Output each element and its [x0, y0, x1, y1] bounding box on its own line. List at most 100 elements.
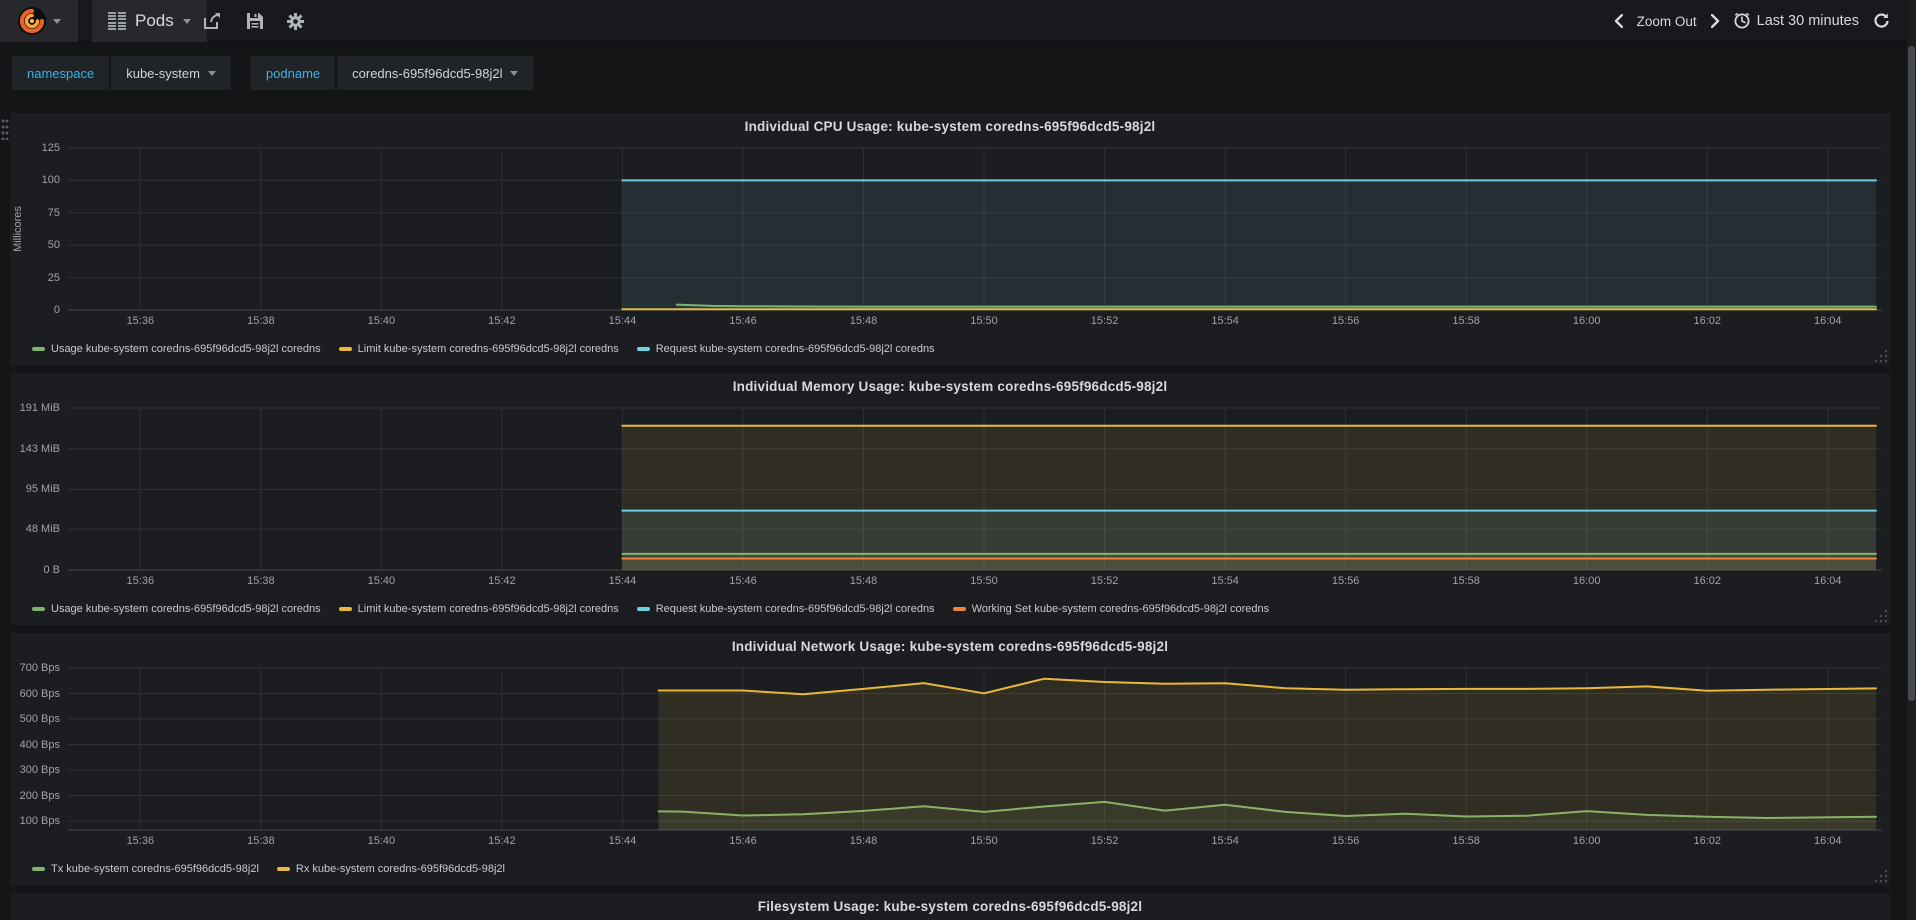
variable-namespace-label: namespace: [12, 56, 110, 90]
legend-item[interactable]: Limit kube-system coredns-695f96dcd5-98j…: [338, 603, 619, 615]
y-axis-tick-label: 100 Bps: [19, 815, 60, 828]
y-axis-tick-label: 100: [41, 174, 60, 187]
x-axis-tick-label: 15:54: [1211, 575, 1239, 587]
panel-memory: Individual Memory Usage: kube-system cor…: [10, 373, 1890, 625]
save-dashboard-button[interactable]: [238, 0, 272, 42]
x-axis-tick-label: 15:42: [488, 315, 516, 327]
legend-label: Limit kube-system coredns-695f96dcd5-98j…: [357, 603, 619, 615]
grafana-dashboard: Pods Zoom Out Last 30 minutes namespace …: [0, 0, 1916, 920]
chart-plot-memory[interactable]: [10, 405, 1890, 573]
chevron-right-icon[interactable]: [1710, 14, 1720, 28]
y-axis-tick-label: 191 MiB: [19, 402, 60, 414]
x-axis-tick-label: 15:44: [608, 575, 637, 587]
legend-item[interactable]: Usage kube-system coredns-695f96dcd5-98j…: [32, 603, 321, 615]
share-icon: [204, 13, 220, 29]
legend-item[interactable]: Tx kube-system coredns-695f96dcd5-98j2l: [32, 863, 259, 875]
x-axis-tick-label: 16:00: [1572, 835, 1601, 847]
dashboard-settings-button[interactable]: [278, 0, 312, 42]
x-axis-tick-label: 15:36: [126, 315, 155, 327]
series-fill: [622, 558, 1876, 570]
panel-title-memory[interactable]: Individual Memory Usage: kube-system cor…: [10, 379, 1890, 394]
grafana-menu-caret-icon: [53, 18, 61, 24]
legend-swatch-icon: [952, 607, 966, 611]
panel-drag-handle[interactable]: [1, 118, 9, 140]
x-axis-tick-label: 15:40: [367, 835, 396, 847]
legend-item[interactable]: Limit kube-system coredns-695f96dcd5-98j…: [338, 343, 619, 355]
save-icon: [247, 13, 263, 29]
y-axis-title: Millicores: [12, 206, 24, 252]
x-axis-tick-label: 16:00: [1572, 315, 1601, 327]
legend-item[interactable]: Rx kube-system coredns-695f96dcd5-98j2l: [276, 863, 505, 875]
legend-label: Limit kube-system coredns-695f96dcd5-98j…: [357, 343, 619, 355]
x-axis-tick-label: 15:46: [729, 575, 757, 587]
legend-swatch-icon: [338, 607, 352, 611]
legend-item[interactable]: Usage kube-system coredns-695f96dcd5-98j…: [32, 343, 321, 355]
legend-swatch-icon: [32, 347, 45, 351]
panel-resize-handle[interactable]: [1874, 349, 1887, 362]
x-axis-tick-label: 16:02: [1693, 835, 1721, 847]
x-axis-tick-label: 15:44: [608, 315, 637, 327]
y-axis-tick-label: 500 Bps: [19, 713, 60, 726]
y-axis-tick-label: 0 B: [43, 564, 60, 576]
refresh-icon[interactable]: [1873, 13, 1890, 29]
legend-swatch-icon: [636, 347, 650, 351]
legend-label: Request kube-system coredns-695f96dcd5-9…: [655, 343, 935, 355]
panel-resize-handle[interactable]: [1874, 869, 1887, 882]
x-axis-tick-label: 15:54: [1211, 835, 1239, 847]
legend-item[interactable]: Working Set kube-system coredns-695f96dc…: [952, 603, 1269, 615]
clock-icon: [1734, 13, 1750, 29]
y-axis-tick-label: 48 MiB: [25, 523, 60, 536]
x-axis-tick-label: 15:50: [970, 835, 998, 847]
legend-label: Tx kube-system coredns-695f96dcd5-98j2l: [51, 863, 259, 875]
legend-swatch-icon: [276, 867, 290, 871]
dashboard-grid-icon: [108, 12, 126, 30]
panel-network: Individual Network Usage: kube-system co…: [10, 633, 1890, 885]
legend-swatch-icon: [32, 867, 45, 871]
navbar: Pods Zoom Out Last 30 minutes: [0, 0, 1916, 42]
legend-item[interactable]: Request kube-system coredns-695f96dcd5-9…: [636, 603, 935, 615]
grafana-menu-button[interactable]: [0, 0, 78, 42]
x-axis-tick-label: 15:46: [729, 835, 757, 847]
variable-podname-dropdown[interactable]: coredns-695f96dcd5-98j2l: [337, 56, 534, 90]
x-axis-tick-label: 16:02: [1693, 315, 1721, 327]
share-dashboard-button[interactable]: [196, 0, 230, 42]
panel-title-network[interactable]: Individual Network Usage: kube-system co…: [10, 639, 1890, 654]
dashboard-title: Pods: [135, 11, 174, 30]
x-axis-tick-label: 16:04: [1813, 835, 1842, 847]
x-axis-tick-label: 15:58: [1452, 835, 1480, 847]
x-axis-tick-label: 15:58: [1452, 315, 1480, 327]
x-axis-tick-label: 15:58: [1452, 575, 1480, 587]
panel-resize-handle[interactable]: [1874, 609, 1887, 622]
x-axis-tick-label: 15:50: [970, 575, 998, 587]
x-axis-tick-label: 15:50: [970, 315, 998, 327]
legend-label: Request kube-system coredns-695f96dcd5-9…: [655, 603, 935, 615]
time-range-picker[interactable]: Last 30 minutes: [1734, 13, 1859, 29]
template-variables: namespace kube-system podname coredns-69…: [12, 56, 535, 90]
x-axis-tick-label: 15:40: [367, 315, 396, 327]
podname-caret-icon: [510, 70, 519, 76]
y-axis-tick-label: 700 Bps: [19, 662, 60, 674]
panel-title-cpu[interactable]: Individual CPU Usage: kube-system coredn…: [10, 119, 1890, 134]
x-axis-tick-label: 15:52: [1090, 315, 1119, 327]
page-scrollbar-thumb[interactable]: [1908, 46, 1915, 701]
chart-plot-cpu[interactable]: [10, 145, 1890, 313]
y-axis-tick-label: 0: [53, 304, 60, 316]
legend-swatch-icon: [636, 607, 650, 611]
series-fill: [622, 180, 1876, 310]
zoom-out-button[interactable]: Zoom Out: [1637, 14, 1697, 29]
chart-legend: Usage kube-system coredns-695f96dcd5-98j…: [32, 603, 1269, 615]
x-axis-tick-label: 15:54: [1211, 315, 1239, 327]
legend-item[interactable]: Request kube-system coredns-695f96dcd5-9…: [636, 343, 935, 355]
dashboard-picker[interactable]: Pods: [92, 0, 207, 42]
x-axis-tick-label: 15:56: [1331, 315, 1360, 327]
variable-namespace-dropdown[interactable]: kube-system: [111, 56, 231, 90]
chevron-left-icon[interactable]: [1614, 14, 1623, 28]
chart-legend: Tx kube-system coredns-695f96dcd5-98j2l R…: [32, 863, 505, 875]
panel-title-filesystem[interactable]: Filesystem Usage: kube-system coredns-69…: [10, 899, 1890, 914]
chart-plot-network[interactable]: [10, 665, 1890, 833]
legend-label: Usage kube-system coredns-695f96dcd5-98j…: [51, 343, 321, 355]
timepicker-controls: Zoom Out Last 30 minutes: [1614, 0, 1890, 42]
dashboard-picker-caret-icon: [182, 18, 191, 24]
time-range-label: Last 30 minutes: [1756, 13, 1859, 29]
x-axis-tick-label: 15:40: [367, 575, 396, 587]
